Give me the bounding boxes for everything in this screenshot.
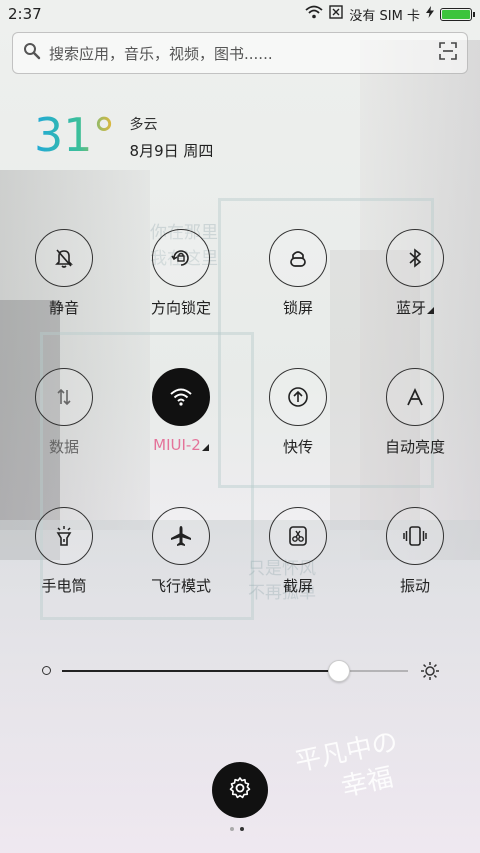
search-input[interactable]: 搜索应用，音乐，视频，图书...... bbox=[49, 43, 439, 64]
toggle-label: 振动 bbox=[399, 577, 430, 595]
toggle-auto-brightness[interactable]: 自动亮度 bbox=[365, 368, 465, 457]
toggle-screenshot[interactable]: 截屏 bbox=[248, 507, 348, 596]
toggle-label: 锁屏 bbox=[282, 299, 313, 317]
toggle-label: 自动亮度 bbox=[384, 438, 445, 456]
vibrate-icon[interactable] bbox=[386, 507, 444, 565]
toggle-label: 静音 bbox=[48, 299, 79, 317]
screenshot-icon[interactable] bbox=[269, 507, 327, 565]
toggle-label: 蓝牙 bbox=[396, 297, 434, 318]
toggle-mute[interactable]: 静音 bbox=[14, 229, 114, 318]
page-dot bbox=[230, 827, 234, 831]
page-dot-active bbox=[240, 827, 244, 831]
toggle-wifi[interactable]: MIUI-2 bbox=[131, 368, 231, 454]
wifi-icon[interactable] bbox=[152, 368, 210, 426]
toggle-mobile-data[interactable]: 数据 bbox=[14, 368, 114, 457]
settings-button[interactable] bbox=[212, 762, 268, 818]
mute-bell-icon[interactable] bbox=[35, 229, 93, 287]
toggle-airplane[interactable]: 飞行模式 bbox=[131, 507, 231, 596]
carrier-text: 没有 SIM 卡 bbox=[349, 8, 420, 24]
degree-symbol: ° bbox=[92, 108, 116, 162]
toggle-label: 手电筒 bbox=[41, 577, 87, 595]
weather-info: 多云 8月9日 周四 bbox=[130, 114, 214, 161]
toggle-vibrate[interactable]: 振动 bbox=[365, 507, 465, 596]
quick-transfer-icon[interactable] bbox=[269, 368, 327, 426]
brightness-fill bbox=[62, 670, 339, 672]
bluetooth-icon[interactable] bbox=[386, 229, 444, 287]
battery-icon bbox=[440, 7, 475, 21]
airplane-icon[interactable] bbox=[152, 507, 210, 565]
toggle-flashlight[interactable]: 手电筒 bbox=[14, 507, 114, 596]
charging-icon bbox=[426, 6, 434, 22]
toggle-quick-transfer[interactable]: 快传 bbox=[248, 368, 348, 457]
toggle-label-text: MIUI-2 bbox=[153, 436, 201, 454]
toggle-rotation-lock[interactable]: 方向锁定 bbox=[131, 229, 231, 318]
toggle-label: 飞行模式 bbox=[150, 577, 211, 595]
status-time: 2:37 bbox=[8, 5, 42, 23]
brightness-track[interactable] bbox=[62, 660, 408, 682]
toggle-label: 快传 bbox=[282, 438, 313, 456]
scan-icon[interactable] bbox=[439, 42, 457, 64]
status-bar: 2:37 没有 SIM 卡 bbox=[0, 0, 480, 28]
wifi-signal-icon bbox=[305, 5, 324, 23]
toggle-label: 方向锁定 bbox=[150, 299, 211, 317]
weather-widget[interactable]: 31° 多云 8月9日 周四 bbox=[34, 112, 214, 161]
weather-condition: 多云 bbox=[129, 117, 158, 133]
page-indicator bbox=[230, 827, 244, 831]
toggle-lock-screen[interactable]: 锁屏 bbox=[248, 229, 348, 318]
search-icon bbox=[23, 42, 41, 64]
weather-date: 8月9日 周四 bbox=[129, 142, 214, 160]
expand-corner-icon bbox=[201, 444, 209, 451]
temperature: 31° bbox=[34, 112, 116, 158]
auto-brightness-icon[interactable] bbox=[386, 368, 444, 426]
mobile-data-icon[interactable] bbox=[35, 368, 93, 426]
flashlight-icon[interactable] bbox=[35, 507, 93, 565]
toggle-bluetooth[interactable]: 蓝牙 bbox=[365, 229, 465, 318]
temperature-value: 31 bbox=[34, 108, 93, 162]
brightness-high-icon bbox=[420, 661, 440, 685]
no-sim-icon bbox=[329, 5, 344, 23]
rotation-lock-icon[interactable] bbox=[152, 229, 210, 287]
gear-icon bbox=[228, 776, 252, 804]
lock-icon[interactable] bbox=[269, 229, 327, 287]
brightness-slider[interactable] bbox=[38, 658, 442, 684]
battery-level bbox=[442, 9, 470, 19]
status-icons: 没有 SIM 卡 bbox=[305, 5, 475, 24]
brightness-thumb[interactable] bbox=[327, 660, 350, 682]
toggle-label: MIUI-2 bbox=[153, 436, 209, 454]
expand-corner-icon bbox=[427, 307, 434, 314]
search-bar[interactable]: 搜索应用，音乐，视频，图书...... bbox=[12, 32, 468, 74]
toggle-label-text: 蓝牙 bbox=[395, 299, 426, 317]
toggle-label: 截屏 bbox=[282, 577, 313, 595]
brightness-low-icon bbox=[42, 666, 51, 675]
toggle-label: 数据 bbox=[48, 438, 79, 456]
